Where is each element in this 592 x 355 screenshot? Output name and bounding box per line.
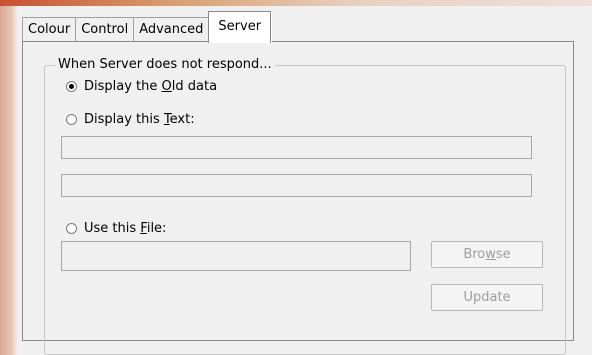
text-line-2-input[interactable] — [61, 174, 532, 197]
text-line-1-input[interactable] — [61, 136, 532, 159]
groupbox-label: When Server does not respond... — [55, 57, 275, 73]
file-path-input[interactable] — [61, 241, 411, 271]
tab-strip: Colour Control Advanced Server — [22, 6, 272, 43]
radio-display-text[interactable]: Display this Text: — [66, 112, 195, 127]
radio-label: Use this File: — [84, 221, 167, 236]
radio-display-old-data[interactable]: Display the Old data — [66, 79, 217, 94]
server-tab-panel: When Server does not respond... Display … — [22, 41, 574, 355]
radio-button-checked[interactable] — [66, 81, 77, 92]
radio-use-file[interactable]: Use this File: — [66, 221, 166, 236]
update-button[interactable]: Update — [431, 284, 543, 311]
tab-server[interactable]: Server — [208, 11, 272, 43]
radio-label: Display this Text: — [84, 112, 195, 127]
radio-button[interactable] — [66, 114, 77, 125]
tab-control[interactable]: Control — [75, 17, 135, 42]
browse-button[interactable]: Browse — [431, 241, 543, 268]
radio-label: Display the Old data — [84, 79, 218, 94]
radio-button[interactable] — [66, 223, 77, 234]
tab-advanced[interactable]: Advanced — [133, 17, 210, 42]
no-response-groupbox: When Server does not respond... Display … — [44, 57, 566, 355]
tab-colour[interactable]: Colour — [22, 17, 77, 42]
